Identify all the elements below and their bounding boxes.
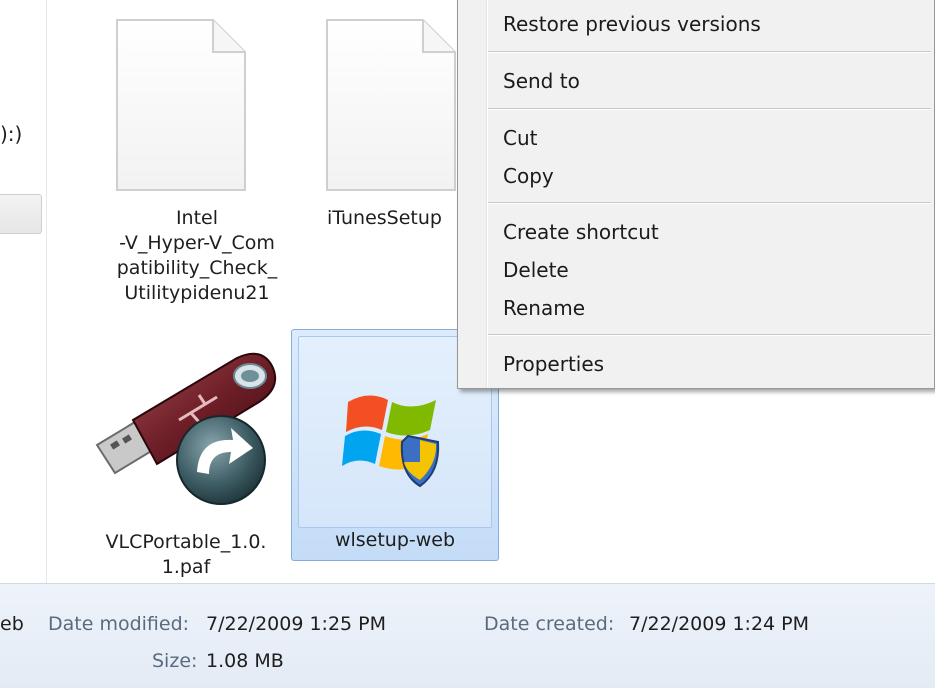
- document-icon: [116, 19, 246, 191]
- menu-item-rename[interactable]: Rename: [503, 296, 585, 320]
- size-label: Size:: [152, 650, 198, 672]
- menu-separator: [488, 334, 931, 336]
- menu-item-properties[interactable]: Properties: [503, 352, 604, 376]
- file-name-line: Intel: [175, 207, 219, 229]
- menu-item-copy[interactable]: Copy: [503, 164, 554, 188]
- navigation-pane: ):): [0, 0, 47, 583]
- nav-drive-label[interactable]: ):): [0, 122, 22, 146]
- date-modified-label: Date modified:: [48, 613, 190, 635]
- windows-installer-icon: [342, 395, 440, 488]
- menu-item-restore-previous-versions[interactable]: Restore previous versions: [503, 12, 761, 36]
- context-menu: Restore previous versions Send to Cut Co…: [457, 0, 935, 389]
- menu-item-delete[interactable]: Delete: [503, 258, 569, 282]
- usb-drive-icon: [95, 352, 277, 505]
- date-created-value: 7/22/2009 1:24 PM: [629, 613, 810, 635]
- menu-item-cut[interactable]: Cut: [503, 126, 537, 150]
- details-pane: eb Date modified: 7/22/2009 1:25 PM Date…: [0, 583, 935, 688]
- menu-item-create-shortcut[interactable]: Create shortcut: [503, 220, 659, 244]
- menu-separator: [488, 202, 931, 204]
- nav-scrollbar-thumb[interactable]: [0, 194, 42, 234]
- menu-separator: [488, 51, 931, 53]
- document-icon: [326, 19, 456, 191]
- menu-item-send-to[interactable]: Send to: [503, 69, 580, 93]
- file-name-line: VLCPortable_1.0.: [105, 531, 267, 553]
- details-file-name: eb: [0, 613, 24, 635]
- size-value: 1.08 MB: [206, 650, 284, 672]
- menu-separator: [488, 108, 931, 110]
- file-name-line: wlsetup-web: [334, 529, 456, 551]
- file-name-line: Utilitypidenu21: [124, 282, 270, 304]
- file-name-line: patibility_Check_: [116, 257, 278, 279]
- date-modified-value: 7/22/2009 1:25 PM: [206, 613, 387, 635]
- file-name-line: 1.paf: [161, 556, 211, 578]
- menu-gutter-highlight: [487, 0, 488, 388]
- file-name-line: -V_Hyper-V_Com: [119, 232, 275, 254]
- date-created-label: Date created:: [484, 613, 615, 635]
